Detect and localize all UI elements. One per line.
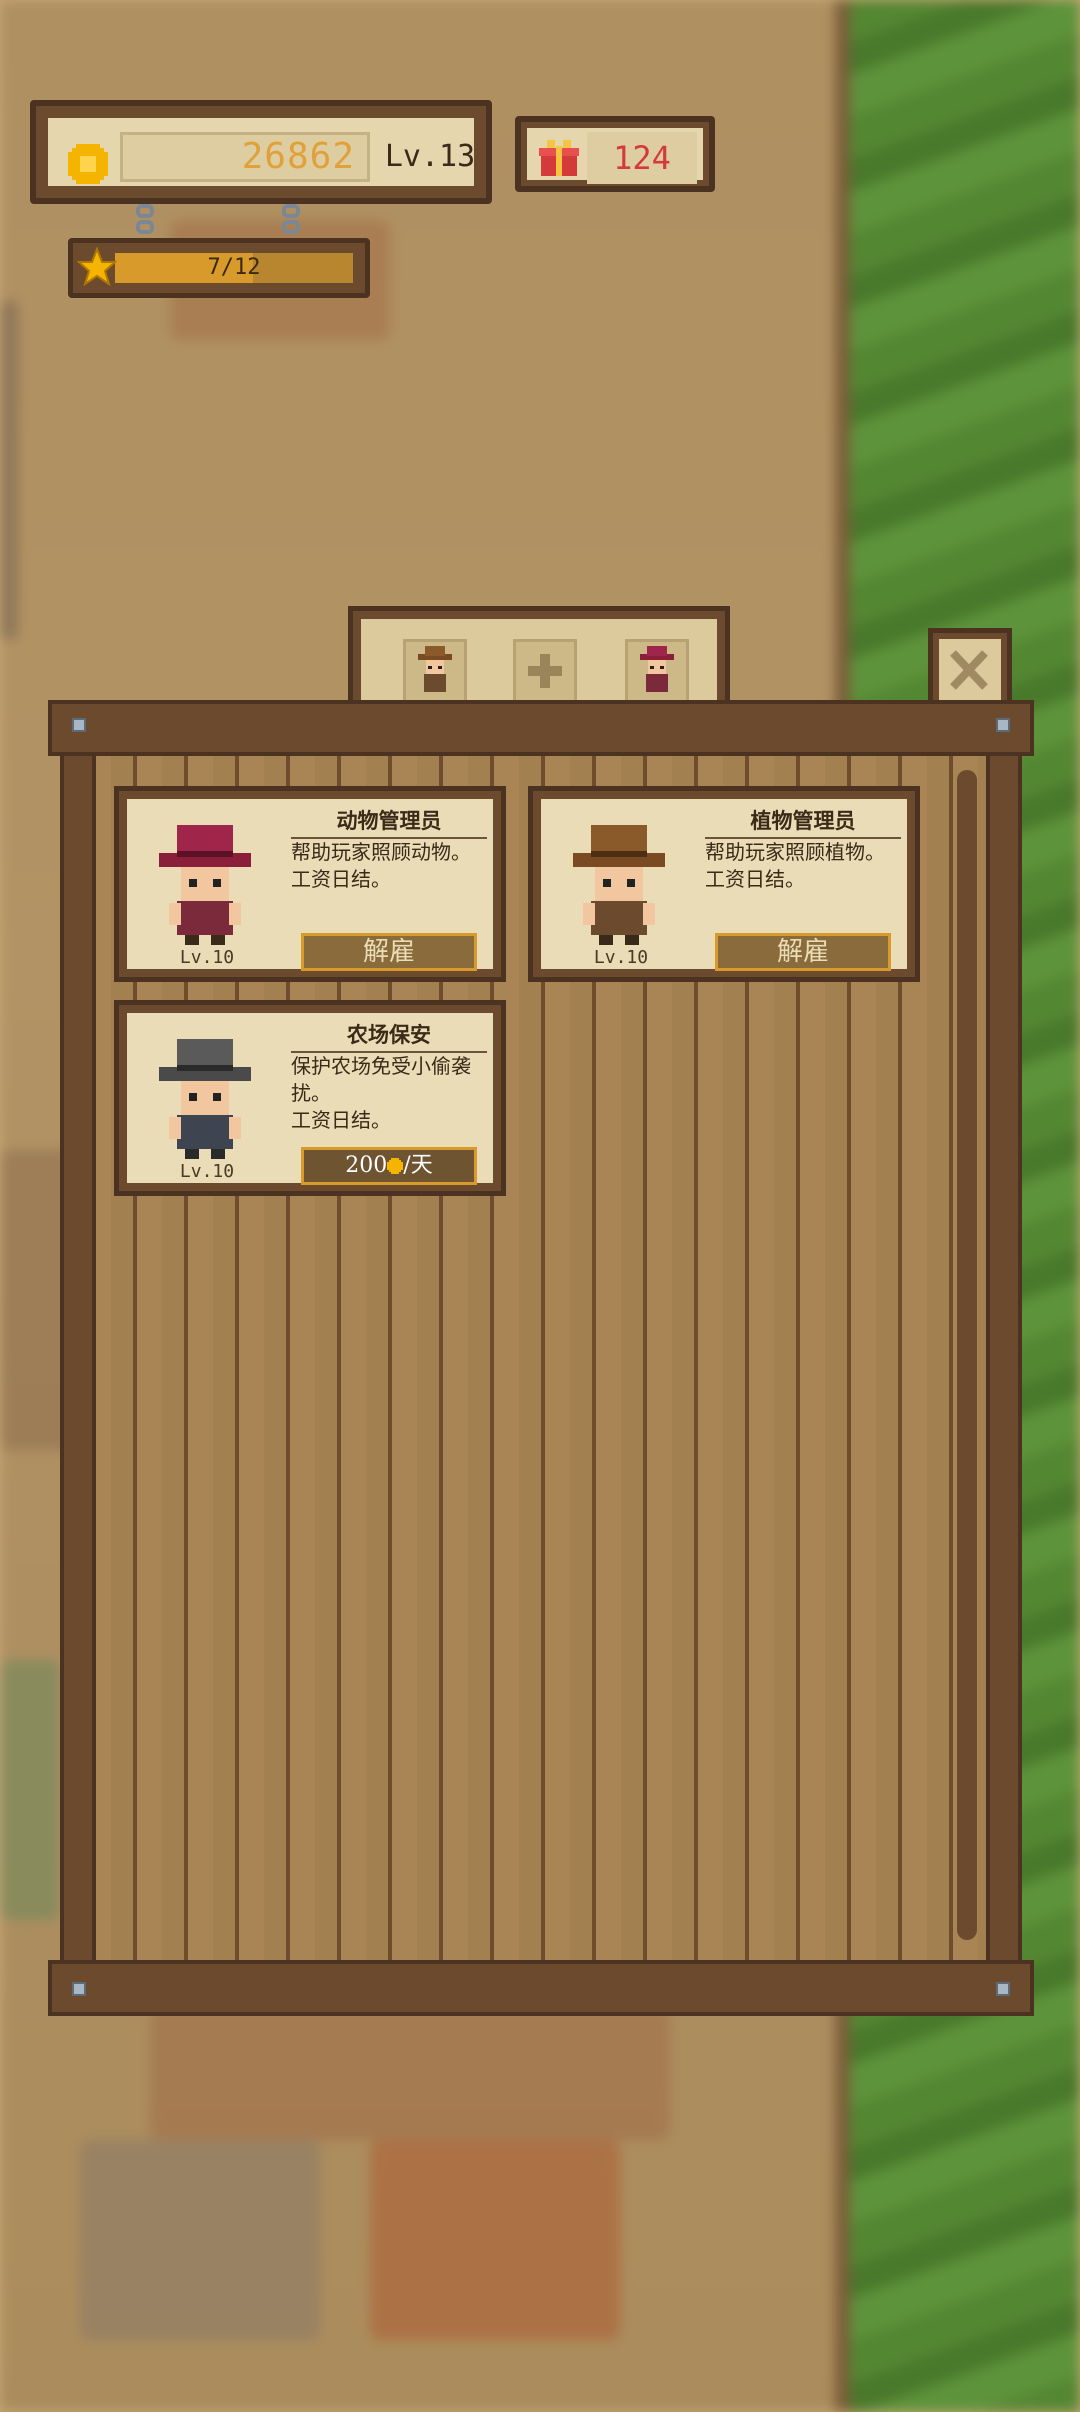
tab-cowboy[interactable] [403, 639, 467, 703]
panel-bottom-beam [48, 1960, 1034, 2016]
worker-level: Lv.10 [593, 947, 649, 968]
fire-button[interactable]: 解雇 [715, 933, 891, 971]
coins-level-panel: 26862 Lv.13 [30, 100, 492, 204]
red-hat-avatar-icon [640, 646, 674, 692]
gift-count: 124 [587, 132, 697, 184]
star-icon [77, 247, 117, 287]
worker-level: Lv.10 [179, 947, 235, 968]
worker-title: 植物管理员 [705, 805, 901, 839]
panel-scrollbar[interactable] [957, 770, 977, 1940]
hire-button[interactable]: 200/天 [301, 1147, 477, 1185]
chain-left [132, 204, 158, 238]
coin-count: 26862 [120, 132, 370, 182]
panel-top-beam [48, 700, 1034, 756]
wage-unit: /天 [403, 1153, 433, 1178]
player-level: Lv.13 [384, 139, 476, 174]
panel-left-post [60, 748, 96, 1968]
tab-add[interactable] [513, 639, 577, 703]
cowboy-avatar-icon [418, 646, 452, 692]
tab-red-hat[interactable] [625, 639, 689, 703]
worker-card-plant-manager: Lv.10 植物管理员 帮助玩家照顾植物。 工资日结。 解雇 [528, 786, 920, 982]
workers-panel: Lv.10 动物管理员 帮助玩家照顾动物。 工资日结。 解雇 Lv.10 植物管理… [48, 700, 1034, 2016]
worker-title: 农场保安 [291, 1019, 487, 1053]
coin-icon [387, 1158, 404, 1174]
fire-button[interactable]: 解雇 [301, 933, 477, 971]
worker-card-farm-security: Lv.10 农场保安 保护农场免受小偷袭扰。 工资日结。 200/天 [114, 1000, 506, 1196]
close-icon [950, 650, 988, 690]
plus-icon [528, 654, 562, 688]
plant-manager-portrait [573, 825, 665, 945]
worker-level: Lv.10 [179, 1161, 235, 1182]
farm-security-portrait [159, 1039, 251, 1159]
worker-description: 帮助玩家照顾动物。 工资日结。 [291, 840, 471, 891]
worker-title: 动物管理员 [291, 805, 487, 839]
gift-icon [539, 140, 579, 176]
star-progress-panel: 7/12 [68, 238, 370, 298]
chain-right [278, 204, 304, 238]
worker-description: 帮助玩家照顾植物。 工资日结。 [705, 840, 885, 891]
worker-card-animal-manager: Lv.10 动物管理员 帮助玩家照顾动物。 工资日结。 解雇 [114, 786, 506, 982]
panel-right-post [986, 748, 1022, 1968]
wage-amount: 200 [345, 1153, 388, 1178]
star-progress-text: 7/12 [207, 255, 261, 280]
gift-panel[interactable]: 124 [515, 116, 715, 192]
animal-manager-portrait [159, 825, 251, 945]
worker-description: 保护农场免受小偷袭扰。 工资日结。 [291, 1054, 471, 1132]
coin-icon [68, 144, 108, 184]
